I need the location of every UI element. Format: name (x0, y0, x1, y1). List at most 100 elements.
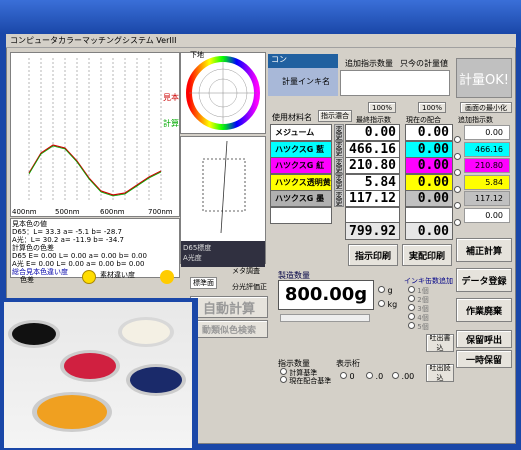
display-opt-1[interactable]: .0 (366, 372, 383, 381)
add-value-1: 466.16 (464, 141, 510, 157)
a-label: A光度 (183, 254, 202, 262)
current-value-3: 0.00 (405, 173, 453, 191)
change-button-4[interactable]: 変更 (334, 190, 344, 207)
instruct-current[interactable]: 現在配合基準 (280, 376, 331, 386)
spectral-label: 分光評価正 (232, 283, 267, 291)
ink-can-label: インキ缶数追加 (404, 277, 453, 285)
save-call-button[interactable]: 保留呼出 (456, 330, 512, 348)
standard-label: 標準面 (190, 277, 217, 289)
add-value-0: 0.00 (464, 125, 510, 140)
sample-d65: D65：L= 33.3 a= -5.1 b= -28.7 (12, 228, 123, 236)
change-button-2[interactable]: 変更 (334, 157, 344, 174)
scope-panel: D65標度 A光度 (180, 136, 266, 267)
save-write-button[interactable]: 吐出書込 (426, 334, 454, 352)
save-read-button[interactable]: 吐出読込 (426, 364, 454, 382)
current-value-1: 0.00 (405, 140, 453, 158)
maximize-button[interactable]: 画面の最小化 (460, 102, 512, 113)
auto-similar-button[interactable]: 動類似色検索 (190, 320, 268, 338)
current-value-5 (405, 206, 453, 224)
calc-a: A光 E= 0.00 L= 0.00 a= 0.00 b= 0.00 (12, 260, 145, 268)
add-value-4: 117.12 (464, 191, 510, 206)
production-input[interactable]: 800.00g (278, 280, 374, 310)
display-opt-0[interactable]: 0 (340, 372, 355, 381)
ink-name-3[interactable]: ハツクス透明黄 (270, 173, 332, 191)
change-button-0[interactable]: 変更 (334, 124, 344, 141)
slot-5[interactable]: 5個 (408, 322, 429, 331)
change-button-1[interactable]: 変更 (334, 140, 344, 158)
radio-g[interactable] (378, 286, 385, 293)
radio-kg[interactable] (378, 300, 385, 307)
current-value-0: 0.00 (405, 124, 453, 141)
unit-g[interactable]: g (378, 286, 393, 295)
pct2-button[interactable]: 100% (418, 102, 446, 113)
color-diff-label: 色差 (20, 276, 34, 284)
calc-header: 計算色の色差 (12, 244, 54, 252)
scope-labels: D65標度 A光度 (181, 241, 265, 267)
qty-ink-label: 計量インキ名 (282, 77, 330, 86)
calc-d65: D65 E= 0.00 L= 0.00 a= 0.00 b= 0.00 (12, 252, 147, 260)
ink-name-4[interactable]: ハツクスG 墨 (270, 190, 332, 207)
print-mix-button[interactable]: 実配印刷 (402, 244, 452, 266)
display-label: 表示桁 (336, 359, 360, 368)
add-radio-5[interactable] (454, 211, 461, 230)
slot-4[interactable]: 4個 (408, 313, 429, 322)
ink-photo (4, 302, 192, 448)
final-value-5 (345, 206, 400, 224)
final-value-1: 466.16 (345, 140, 400, 158)
tag-label: コン (268, 54, 338, 68)
add-value-2: 210.80 (464, 158, 510, 173)
print-instr-button[interactable]: 指示印刷 (348, 244, 398, 266)
material-diff-label: 素材違い度 (100, 271, 135, 279)
col-add: 追加指示数 (458, 116, 493, 124)
slot-3[interactable]: 3個 (408, 304, 429, 313)
change-button-3[interactable]: 変更 (334, 173, 344, 191)
ink-name-5[interactable] (270, 206, 332, 224)
smile-icon (82, 270, 96, 284)
unit-g-label: g (387, 286, 393, 295)
final-value-3: 5.84 (345, 173, 400, 191)
instruct-mix-button[interactable]: 指示濃合 (318, 110, 352, 122)
add-value-5: 0.00 (464, 207, 510, 223)
slot-2[interactable]: 2個 (408, 295, 429, 304)
add-instruct-label: 追加指示数量 (345, 59, 393, 68)
temp-save-button[interactable]: 一時保留 (456, 350, 512, 368)
ink-name-2[interactable]: ハツクスG 紅 (270, 157, 332, 174)
color-wheel (180, 52, 266, 134)
spectral-chart (10, 52, 180, 217)
discard-button[interactable]: 作業廃棄 (456, 298, 512, 322)
current-qty-label: 只今の計量値 (400, 59, 448, 68)
production-slider[interactable] (280, 314, 370, 322)
total-current: 0.00 (405, 222, 453, 240)
x-tick-400: 400nm (12, 208, 37, 216)
auto-calc-button[interactable]: 自動計算 (190, 296, 268, 318)
display-opt-2[interactable]: .00 (392, 372, 414, 381)
window-title: コンピュータカラーマッチングシステム VerIII (6, 34, 516, 48)
color-info-panel: 見本色の値 D65：L= 33.3 a= -5.1 b= -28.7 A光：L=… (10, 218, 180, 278)
meta-label: メタ調査 (232, 267, 260, 275)
x-tick-600: 600nm (100, 208, 125, 216)
top-label: 下地 (190, 51, 204, 59)
used-material-label: 使用材料名 (272, 113, 312, 122)
data-reg-button[interactable]: データ登録 (456, 268, 512, 292)
current-value-2: 0.00 (405, 157, 453, 174)
final-value-2: 210.80 (345, 157, 400, 174)
legend-sample: 見本 (163, 93, 179, 102)
slot-1[interactable]: 1個 (408, 286, 429, 295)
sample-header: 見本色の値 (12, 220, 47, 228)
ink-name-0[interactable]: メジューム (270, 124, 332, 141)
ok-indicator: 計量OK! (456, 58, 512, 98)
x-tick-700: 700nm (148, 208, 173, 216)
add-value-3: 5.84 (464, 174, 510, 190)
sun-icon (160, 270, 174, 284)
legend-calc: 計算 (163, 119, 179, 128)
final-value-4: 117.12 (345, 190, 400, 207)
final-value-0: 0.00 (345, 124, 400, 141)
x-tick-500: 500nm (55, 208, 80, 216)
unit-kg-label: kg (387, 300, 398, 309)
sample-curve (28, 144, 162, 196)
ink-name-1[interactable]: ハツクスG 藍 (270, 140, 332, 158)
pct1-button[interactable]: 100% (368, 102, 396, 113)
unit-kg[interactable]: kg (378, 300, 397, 309)
total-final: 799.92 (345, 222, 400, 240)
correct-calc-button[interactable]: 補正計算 (456, 238, 512, 262)
